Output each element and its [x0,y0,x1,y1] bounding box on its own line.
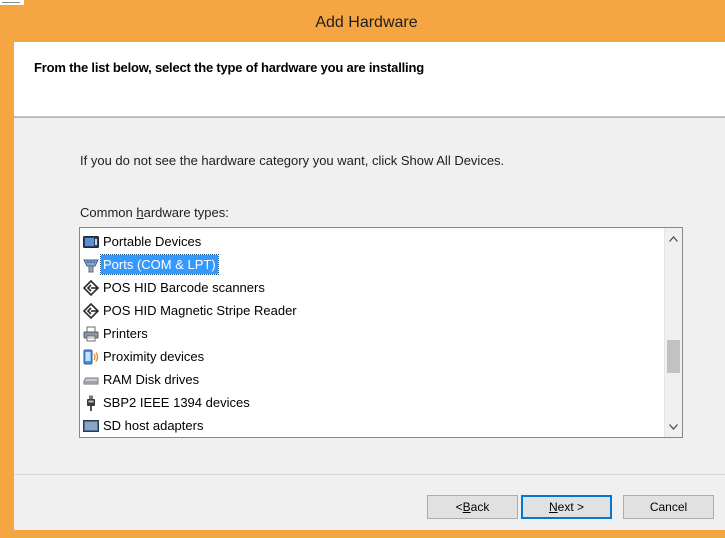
list-item-pos-hid-barcode[interactable]: POS HID Barcode scanners [83,276,267,299]
pos-hid-icon [83,279,99,296]
list-item-label: Ports (COM & LPT) [100,254,219,275]
next-button-suffix: ext > [557,500,585,514]
list-item-sd-host[interactable]: SD host adapters [83,414,205,437]
list-item-label: SBP2 IEEE 1394 devices [103,395,250,410]
list-item-label: Portable Devices [103,234,202,249]
ieee1394-icon [83,395,99,411]
wizard-body: If you do not see the hardware category … [14,118,725,474]
list-item-ram-disk[interactable]: RAM Disk drives [83,368,201,391]
list-item-label: Printers [103,326,148,341]
back-button[interactable]: < Back [427,495,518,519]
list-item-proximity[interactable]: Proximity devices [83,345,206,368]
add-hardware-window: Add Hardware From the list below, select… [0,0,725,538]
list-label-access-key: h [136,205,144,220]
list-item-label: POS HID Magnetic Stripe Reader [103,303,297,318]
wizard-footer: < Back Next > Cancel [14,474,725,530]
wizard-header: From the list below, select the type of … [14,42,725,117]
list-item-pos-hid-msr[interactable]: POS HID Magnetic Stripe Reader [83,299,299,322]
title-bar[interactable]: Add Hardware [8,8,725,42]
back-button-access-key: B [462,500,471,514]
proximity-icon [83,349,99,365]
list-label-prefix: Common [80,205,137,220]
portable-devices-icon [83,234,99,250]
list-label-suffix: ardware types: [143,205,229,220]
list-item-sbp2[interactable]: SBP2 IEEE 1394 devices [83,391,252,414]
scroll-down-arrow-icon[interactable] [665,418,682,435]
printer-icon [83,326,99,342]
sd-adapter-icon [83,418,99,434]
next-button-access-key: N [548,500,558,514]
hardware-types-listbox[interactable]: Portable Devices Ports (COM & LPT) POS H… [79,227,683,438]
scroll-up-arrow-icon[interactable] [665,230,682,247]
back-button-prefix: < [455,500,463,514]
disk-drive-icon [83,372,99,388]
list-item-ports[interactable]: Ports (COM & LPT) [83,253,219,276]
list-item-printers[interactable]: Printers [83,322,150,345]
next-button[interactable]: Next > [521,495,612,519]
hint-text: If you do not see the hardware category … [80,153,505,168]
list-item-label: SD host adapters [103,418,204,433]
wizard-heading: From the list below, select the type of … [34,60,424,75]
pos-hid-icon [83,302,99,319]
corner-mark [0,0,24,6]
list-item-portable-devices[interactable]: Portable Devices [83,230,203,253]
list-item-label: RAM Disk drives [103,372,200,387]
back-button-suffix: ack [470,500,490,514]
list-label: Common hardware types: [80,205,229,220]
window-border-bottom [8,530,725,538]
list-item-label: POS HID Barcode scanners [103,280,265,295]
listbox-vertical-scrollbar[interactable] [664,228,682,437]
ports-icon [83,257,99,273]
list-item-label: Proximity devices [103,349,205,364]
window-title: Add Hardware [315,14,418,31]
scroll-thumb[interactable] [667,340,680,373]
cancel-button[interactable]: Cancel [623,495,714,519]
